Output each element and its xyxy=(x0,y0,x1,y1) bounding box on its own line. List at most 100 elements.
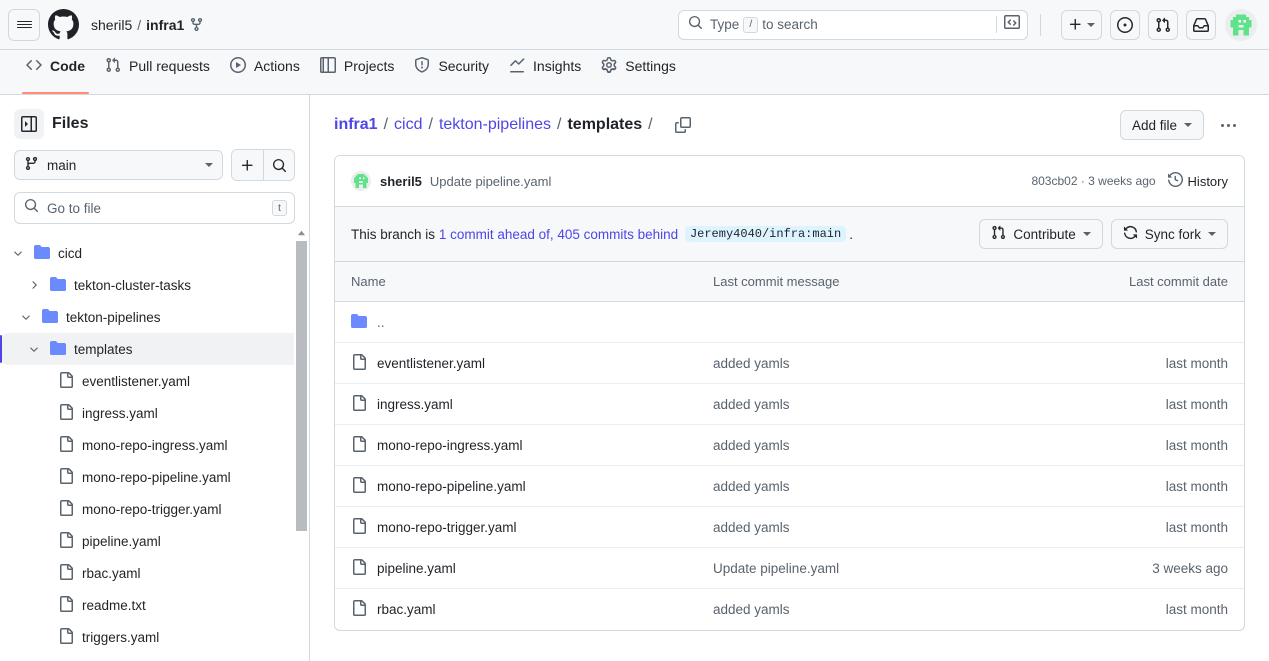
scrollbar-track[interactable] xyxy=(296,241,307,661)
tab-projects[interactable]: Projects xyxy=(310,50,405,94)
slash-key-badge: / xyxy=(743,16,759,33)
tab-settings[interactable]: Settings xyxy=(591,50,686,94)
pull-requests-icon[interactable] xyxy=(1148,9,1178,40)
terminal-icon[interactable] xyxy=(1004,14,1020,35)
notifications-inbox-icon[interactable] xyxy=(1186,9,1216,40)
tab-insights[interactable]: Insights xyxy=(499,50,591,94)
avatar[interactable] xyxy=(1225,8,1257,41)
table-row[interactable]: pipeline.yaml Update pipeline.yaml 3 wee… xyxy=(335,548,1244,589)
file-icon xyxy=(58,563,74,583)
search-input[interactable]: Type / to search xyxy=(678,9,1028,40)
tree-item-label: mono-repo-pipeline.yaml xyxy=(82,469,231,485)
tab-pull-requests[interactable]: Pull requests xyxy=(95,50,220,94)
file-link[interactable]: mono-repo-pipeline.yaml xyxy=(377,479,526,494)
table-row[interactable]: eventlistener.yaml added yamls last mont… xyxy=(335,343,1244,384)
go-to-file-input[interactable]: Go to file t xyxy=(14,192,295,224)
tree-item-pipeline-yaml[interactable]: pipeline.yaml xyxy=(2,525,301,557)
commit-author-avatar[interactable] xyxy=(351,171,371,191)
table-row[interactable]: ingress.yaml added yamls last month xyxy=(335,384,1244,425)
tree-item-ingress-yaml[interactable]: ingress.yaml xyxy=(2,397,301,429)
file-link[interactable]: pipeline.yaml xyxy=(377,561,456,576)
row-message-cell[interactable]: added yamls xyxy=(713,438,1058,453)
issues-icon[interactable] xyxy=(1110,9,1140,40)
chevron-down-icon[interactable] xyxy=(10,247,26,259)
table-row[interactable]: rbac.yaml added yamls last month xyxy=(335,589,1244,630)
menu-icon[interactable] xyxy=(8,8,40,41)
play-icon xyxy=(229,56,246,76)
sync-fork-button[interactable]: Sync fork xyxy=(1110,219,1228,249)
row-date-cell[interactable]: last month xyxy=(1058,438,1228,453)
file-link[interactable]: mono-repo-ingress.yaml xyxy=(377,438,523,453)
tree-item-eventlistener-yaml[interactable]: eventlistener.yaml xyxy=(2,365,301,397)
file-link[interactable]: ingress.yaml xyxy=(377,397,453,412)
breadcrumb-cicd[interactable]: cicd xyxy=(394,116,422,134)
commit-sha-time[interactable]: 803cb02 · 3 weeks ago xyxy=(1031,174,1155,188)
tree-item-tekton-pipelines[interactable]: tekton-pipelines xyxy=(2,301,301,333)
column-header-name[interactable]: Name xyxy=(351,274,713,289)
tree-item-mono-repo-trigger-yaml[interactable]: mono-repo-trigger.yaml xyxy=(2,493,301,525)
file-link[interactable]: eventlistener.yaml xyxy=(377,356,485,371)
tree-item-mono-repo-pipeline-yaml[interactable]: mono-repo-pipeline.yaml xyxy=(2,461,301,493)
tree-item-readme-txt[interactable]: readme.txt xyxy=(2,589,301,621)
row-message-cell[interactable]: added yamls xyxy=(713,602,1058,617)
branch-selector[interactable]: main xyxy=(14,150,223,180)
row-date-cell[interactable]: last month xyxy=(1058,479,1228,494)
breadcrumb-tekton-pipelines[interactable]: tekton-pipelines xyxy=(439,116,551,134)
sidebar-collapse-icon[interactable] xyxy=(14,109,44,139)
row-date-cell[interactable]: last month xyxy=(1058,602,1228,617)
owner-link[interactable]: sheril5 xyxy=(91,17,132,33)
tab-actions[interactable]: Actions xyxy=(220,50,310,94)
row-date-cell[interactable]: 3 weeks ago xyxy=(1058,561,1228,576)
repo-link[interactable]: infra1 xyxy=(146,17,184,33)
tree-item-mono-repo-ingress-yaml[interactable]: mono-repo-ingress.yaml xyxy=(2,429,301,461)
breadcrumb-sep: / xyxy=(428,116,433,133)
tree-item-tekton-cluster-tasks[interactable]: tekton-cluster-tasks xyxy=(2,269,301,301)
git-pull-request-icon xyxy=(105,57,121,76)
row-message-cell[interactable]: added yamls xyxy=(713,479,1058,494)
contribute-button[interactable]: Contribute xyxy=(979,219,1103,249)
table-row[interactable]: mono-repo-pipeline.yaml added yamls last… xyxy=(335,466,1244,507)
column-header-message[interactable]: Last commit message xyxy=(713,274,1058,289)
table-row[interactable]: mono-repo-trigger.yaml added yamls last … xyxy=(335,507,1244,548)
file-link[interactable]: rbac.yaml xyxy=(377,602,436,617)
history-link[interactable]: History xyxy=(1167,171,1228,190)
tree-item-cicd[interactable]: cicd xyxy=(2,237,301,269)
tree-item-templates[interactable]: templates xyxy=(0,333,301,365)
create-new-button[interactable] xyxy=(1061,9,1102,40)
table-row[interactable]: .. xyxy=(335,302,1244,343)
copy-path-icon[interactable] xyxy=(669,111,697,139)
table-row[interactable]: mono-repo-ingress.yaml added yamls last … xyxy=(335,425,1244,466)
files-title: Files xyxy=(52,115,89,132)
github-logo-icon[interactable] xyxy=(48,9,79,40)
tree-item-triggers-yaml[interactable]: triggers.yaml xyxy=(2,621,301,653)
row-date-cell[interactable]: last month xyxy=(1058,356,1228,371)
banner-compare-link[interactable]: 1 commit ahead of, 405 commits behind xyxy=(439,227,678,242)
more-options-button[interactable] xyxy=(1212,110,1245,140)
add-file-button[interactable]: Add file xyxy=(1119,110,1204,140)
row-date-cell[interactable]: last month xyxy=(1058,520,1228,535)
tree-item-label: eventlistener.yaml xyxy=(82,373,191,389)
tree-item-rbac-yaml[interactable]: rbac.yaml xyxy=(2,557,301,589)
breadcrumb-repo[interactable]: infra1 xyxy=(334,116,378,134)
chevron-down-icon[interactable] xyxy=(18,311,34,323)
search-files-button[interactable] xyxy=(263,150,294,180)
scroll-up-icon[interactable] xyxy=(294,226,309,241)
tab-code[interactable]: Code xyxy=(16,50,95,94)
breadcrumb-sep: / xyxy=(557,116,562,133)
file-link[interactable]: mono-repo-trigger.yaml xyxy=(377,520,517,535)
add-file-sidebar-button[interactable] xyxy=(232,150,263,180)
chevron-right-icon[interactable] xyxy=(26,279,42,291)
chevron-down-icon[interactable] xyxy=(26,343,42,355)
parent-directory-link[interactable]: .. xyxy=(377,315,385,330)
row-message-cell[interactable]: added yamls xyxy=(713,356,1058,371)
row-message-cell[interactable]: Update pipeline.yaml xyxy=(713,561,1058,576)
row-message-cell[interactable]: added yamls xyxy=(713,397,1058,412)
commit-author[interactable]: sheril5 xyxy=(380,174,422,189)
commit-message[interactable]: Update pipeline.yaml xyxy=(430,174,551,189)
row-message-cell[interactable]: added yamls xyxy=(713,520,1058,535)
scrollbar-thumb[interactable] xyxy=(296,241,307,531)
column-header-date[interactable]: Last commit date xyxy=(1058,274,1228,289)
sidebar-scrollbar[interactable] xyxy=(294,226,309,661)
tab-security[interactable]: Security xyxy=(404,50,499,94)
row-date-cell[interactable]: last month xyxy=(1058,397,1228,412)
